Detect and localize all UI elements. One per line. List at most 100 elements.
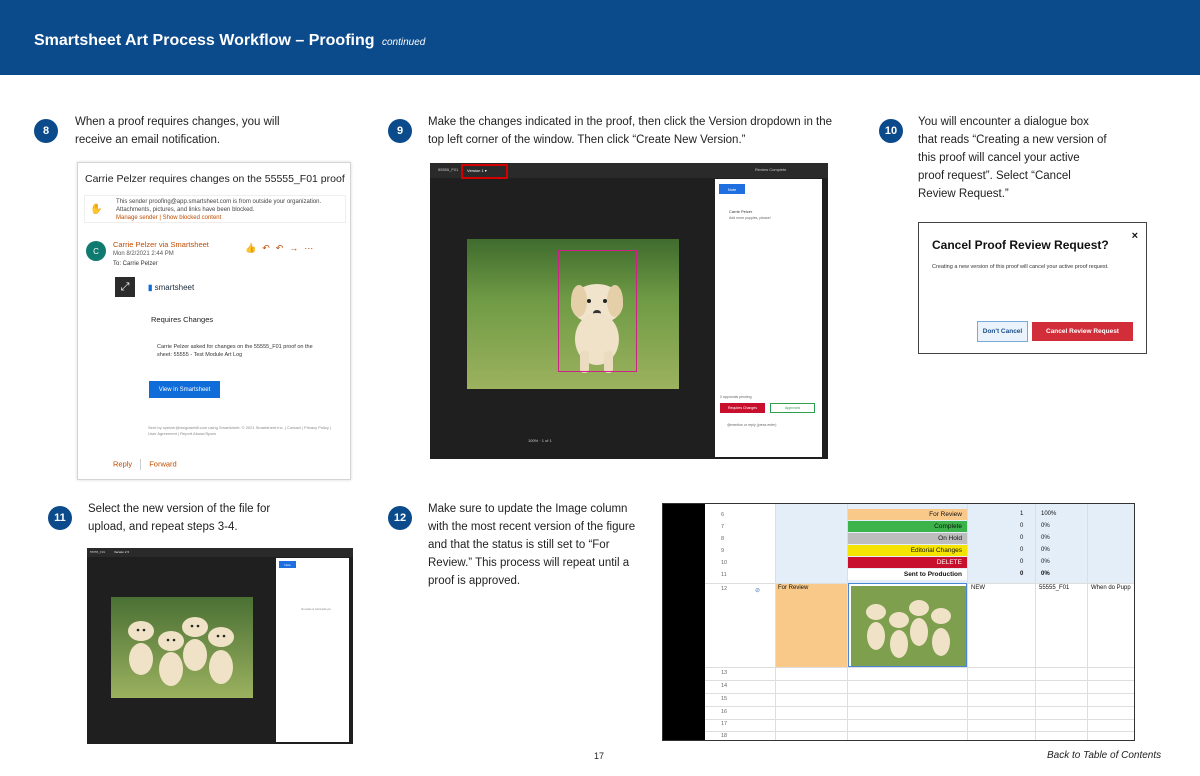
new-version-screenshot: 55555_F01 Version 2 ▾ Note No notes or c… bbox=[87, 548, 353, 744]
version-dropdown[interactable]: Version 1 ▾ bbox=[467, 168, 487, 173]
email-to: To: Carrie Pelzer bbox=[113, 261, 158, 267]
puppies-thumbnail bbox=[851, 586, 966, 666]
requires-changes-heading: Requires Changes bbox=[151, 315, 214, 324]
comment-author: Carrie Pelzer bbox=[729, 209, 753, 214]
review-complete-toggle[interactable]: Review Complete bbox=[755, 167, 786, 172]
reply-row: Reply Forward bbox=[113, 459, 177, 470]
row-number: 8 bbox=[721, 536, 725, 542]
row12-caption[interactable]: When do Pupp bbox=[1091, 585, 1131, 591]
warning-links[interactable]: Manage sender | Show blocked content bbox=[116, 214, 341, 222]
email-body: Carrie Pelzer asked for changes on the 5… bbox=[157, 344, 313, 358]
attachment-icon[interactable]: ⊘ bbox=[755, 587, 760, 594]
note-button-2[interactable]: Note bbox=[279, 561, 296, 568]
row12-figure[interactable]: 55555_F01 bbox=[1039, 585, 1069, 591]
comment-body: Add more puppies, please! bbox=[729, 216, 771, 220]
proof-window-screenshot: 55555_F01 Version 1 ▾ Review Complete 10… bbox=[430, 163, 828, 459]
row-number: 16 bbox=[721, 709, 728, 715]
proof-file-name: 55555_F01 bbox=[438, 167, 459, 172]
row-number: 15 bbox=[721, 696, 728, 702]
reply-link[interactable]: Reply bbox=[113, 459, 132, 468]
status-on-hold: On Hold bbox=[848, 533, 967, 544]
email-from: Carrie Pelzer via Smartsheet bbox=[113, 240, 209, 249]
row-number: 14 bbox=[721, 683, 728, 689]
status-for-review: For Review bbox=[848, 509, 967, 520]
percent: 0% bbox=[1041, 547, 1050, 553]
row-number: 10 bbox=[721, 560, 728, 566]
annotation-box[interactable] bbox=[558, 250, 637, 372]
page: Smartsheet Art Process Workflow – Proofi… bbox=[0, 0, 1200, 776]
warning-message: This sender proofing@app.smartsheet.com … bbox=[116, 199, 322, 213]
note-button[interactable]: Note bbox=[719, 184, 745, 194]
page-title: Smartsheet Art Process Workflow – Proofi… bbox=[34, 32, 425, 50]
row-number: 7 bbox=[721, 524, 725, 530]
email-date: Mon 8/2/2021 2:44 PM bbox=[113, 251, 174, 257]
request-changes-button[interactable]: Requires Changes bbox=[720, 403, 765, 413]
step-12-badge: 12 bbox=[388, 506, 412, 530]
close-icon[interactable]: × bbox=[1132, 230, 1138, 242]
row-number: 11 bbox=[721, 572, 727, 578]
back-to-toc-link[interactable]: Back to Table of Contents bbox=[1047, 750, 1161, 761]
step-11-badge: 11 bbox=[48, 506, 72, 530]
page-indicator: 1 of 1 bbox=[541, 438, 552, 443]
count: 1 bbox=[1020, 511, 1024, 517]
status-editorial-changes: Editorial Changes bbox=[848, 545, 967, 556]
count: 0 bbox=[1020, 559, 1024, 565]
empty-comments-text: No notes or comments yet bbox=[301, 608, 331, 611]
step-8-text: When a proof requires changes, you will … bbox=[75, 116, 280, 146]
row-number: 12 bbox=[721, 586, 728, 592]
step-10-text: You will encounter a dialogue box that r… bbox=[918, 116, 1107, 200]
row-number: 18 bbox=[721, 733, 728, 739]
percent: 0% bbox=[1041, 535, 1050, 541]
smartsheet-logo: ▮ smartsheet bbox=[148, 283, 195, 292]
proof-file-name-2: 55555_F01 bbox=[90, 550, 106, 554]
step-9-text: Make the changes indicated in the proof,… bbox=[428, 116, 833, 146]
percent: 0% bbox=[1041, 559, 1050, 565]
sheet-left-bar bbox=[663, 504, 705, 740]
zoom-controls[interactable]: 100% · 1 of 1 bbox=[528, 438, 552, 443]
cancel-review-dialog: Cancel Proof Review Request? × Creating … bbox=[918, 222, 1147, 354]
step-11-text: Select the new version of the file for u… bbox=[88, 503, 271, 533]
status-complete: Complete bbox=[848, 521, 967, 532]
art-log-sheet-screenshot: 6 For Review 1 100% 7 Complete 0 0% 8 On… bbox=[662, 503, 1135, 741]
status-sent-to-production: Sent to Production bbox=[848, 569, 967, 580]
email-subject: Carrie Pelzer requires changes on the 55… bbox=[85, 173, 345, 185]
email-screenshot: Carrie Pelzer requires changes on the 55… bbox=[77, 162, 351, 480]
percent: 100% bbox=[1041, 511, 1057, 517]
warning-icon: ✋ bbox=[90, 204, 103, 215]
count: 0 bbox=[1020, 547, 1024, 553]
dont-cancel-button[interactable]: Don't Cancel bbox=[977, 321, 1028, 342]
step-9-badge: 9 bbox=[388, 119, 412, 143]
warning-text: This sender proofing@app.smartsheet.com … bbox=[116, 198, 341, 222]
approve-button[interactable]: Approved bbox=[770, 403, 815, 413]
row-number: 6 bbox=[721, 512, 725, 518]
comments-panel-2: Note No notes or comments yet bbox=[276, 558, 349, 742]
brand-text: smartsheet bbox=[154, 283, 195, 292]
row12-status-cell[interactable] bbox=[775, 583, 847, 667]
reply-field[interactable]: @mention or reply (press enter) bbox=[727, 423, 776, 427]
puppies-photo bbox=[111, 597, 253, 698]
step-12-text: Make sure to update the Image column wit… bbox=[428, 503, 636, 587]
forward-link[interactable]: Forward bbox=[149, 459, 177, 468]
page-number: 17 bbox=[594, 751, 605, 761]
approvals-pending: 0 approvals pending bbox=[720, 395, 752, 399]
continued-label: continued bbox=[381, 37, 426, 48]
view-in-smartsheet-button[interactable]: View in Smartsheet bbox=[149, 381, 220, 398]
image-cell[interactable] bbox=[848, 583, 967, 667]
email-actions-icons[interactable]: 👍↶↶→⋯ bbox=[245, 243, 319, 254]
status-delete: DELETE bbox=[848, 557, 967, 568]
email-footer: Sent by cpelzer@mcgrawhill.com using Sma… bbox=[148, 425, 332, 436]
step-10-badge: 10 bbox=[879, 119, 903, 143]
percent: 0% bbox=[1041, 571, 1050, 577]
row12-status[interactable]: For Review bbox=[778, 585, 808, 591]
cancel-review-request-button[interactable]: Cancel Review Request bbox=[1032, 322, 1133, 341]
row-number: 9 bbox=[721, 548, 725, 554]
row12-version[interactable]: NEW bbox=[971, 585, 985, 591]
row-number: 13 bbox=[721, 670, 728, 676]
dialog-title: Cancel Proof Review Request? bbox=[932, 238, 1109, 252]
title-text: Smartsheet Art Process Workflow – Proofi… bbox=[34, 32, 375, 49]
version-dropdown-2[interactable]: Version 2 ▾ bbox=[114, 550, 129, 554]
zoom-level: 100% bbox=[528, 438, 539, 443]
expand-icon[interactable]: ⤢ bbox=[115, 277, 135, 297]
count: 0 bbox=[1020, 523, 1024, 529]
row-number: 17 bbox=[721, 721, 728, 727]
